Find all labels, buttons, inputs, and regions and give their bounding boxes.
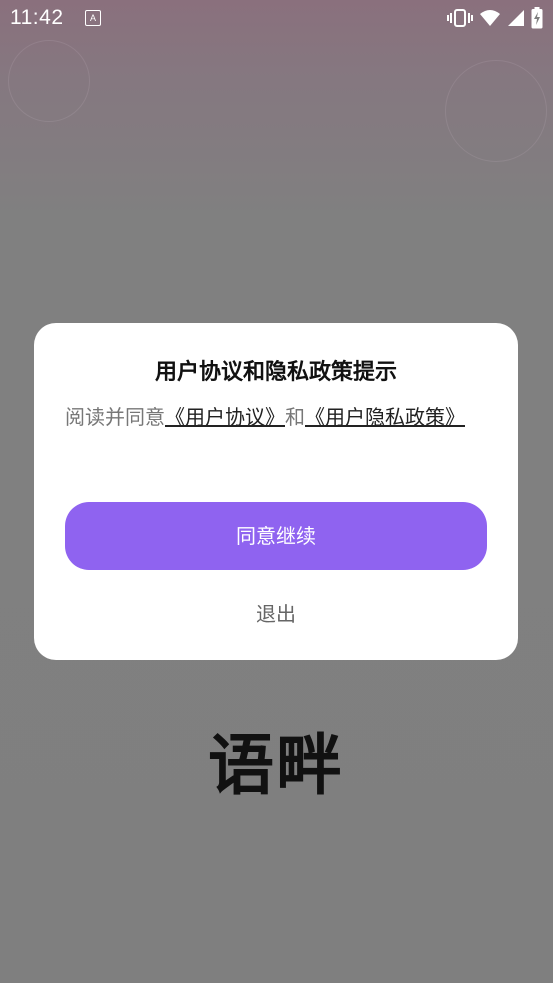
agree-continue-button[interactable]: 同意继续 — [65, 502, 487, 570]
status-bar: 11:42 A — [0, 0, 553, 38]
signal-icon — [507, 9, 525, 27]
notification-icon: A — [85, 10, 101, 26]
body-conjunction: 和 — [285, 405, 305, 429]
vibrate-icon — [447, 8, 473, 28]
dialog-body: 阅读并同意《用户协议》和《用户隐私政策》 — [65, 401, 465, 433]
status-time: 11:42 — [10, 6, 64, 29]
exit-button[interactable]: 退出 — [226, 597, 326, 631]
privacy-policy-link[interactable]: 《用户隐私政策》 — [305, 405, 465, 429]
body-prefix: 阅读并同意 — [65, 405, 165, 429]
app-screen: 11:42 A 用户协议和隐私政策提示 阅读并同意《用户协议》和《用户隐私政策》… — [0, 0, 553, 983]
wifi-icon — [479, 9, 501, 27]
battery-charging-icon — [531, 7, 543, 29]
background-decoration — [8, 40, 90, 122]
user-agreement-link[interactable]: 《用户协议》 — [165, 405, 285, 429]
app-logo: 语畔 — [208, 727, 344, 804]
status-icons — [447, 6, 543, 30]
dialog-title: 用户协议和隐私政策提示 — [154, 360, 397, 385]
background-decoration — [445, 60, 547, 162]
privacy-dialog: 用户协议和隐私政策提示 阅读并同意《用户协议》和《用户隐私政策》 同意继续 退出 — [34, 323, 518, 660]
